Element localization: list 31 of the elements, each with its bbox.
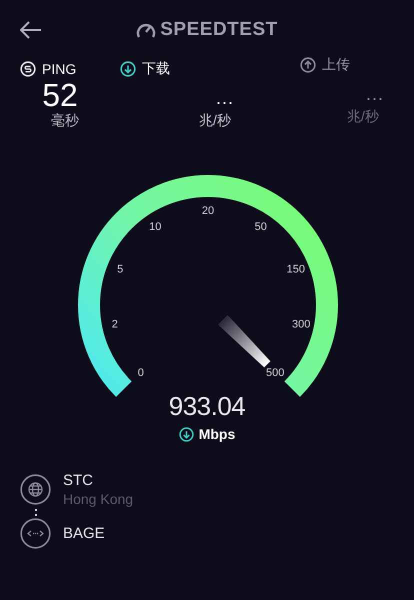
metric-value: 52 [41,78,79,112]
tick-label: 2 [112,318,118,331]
gauge-icon [136,21,156,39]
speed-unit: Mbps [198,426,236,442]
metric-value: ... [364,83,385,106]
metric-unit: 兆/秒 [346,108,380,126]
server-name: STC [63,472,94,489]
back-arrow-icon[interactable] [20,21,42,39]
tick-label: 50 [254,221,267,233]
logo-text: SPEEDTEST [160,19,278,41]
tick-label: 20 [202,205,214,217]
connector-dots [34,509,36,516]
download-icon [178,426,194,442]
metric-value: ... [214,87,235,110]
tick-label: 0 [138,367,144,380]
metric-label: 上传 [322,56,350,74]
metric-label: PING [42,61,76,77]
globe-icon [20,474,51,505]
tick-label: 300 [292,318,310,331]
connection-icon [20,518,51,549]
tick-label: 10 [149,221,162,233]
tick-label: 5 [117,264,124,276]
speed-reading: 933.04 [168,391,246,422]
server-name: BAGE [63,525,105,542]
tick-label: 150 [286,264,305,276]
server-location: Hong Kong [63,491,134,507]
gauge-needle [218,315,270,368]
tick-label: 500 [266,367,284,380]
metric-unit: 兆/秒 [198,112,232,130]
metric-unit: 毫秒 [50,112,80,130]
metric-label: 下载 [142,60,170,78]
